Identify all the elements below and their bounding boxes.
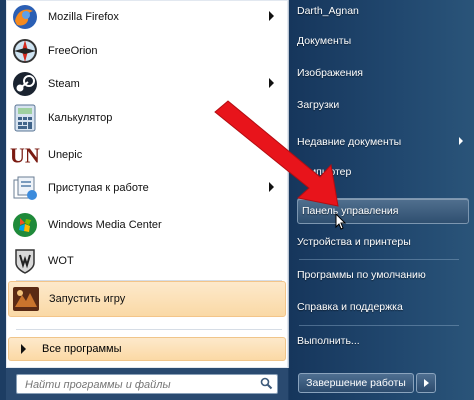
program-label: Mozilla Firefox (48, 11, 119, 23)
right-item-label: Компьютер (297, 166, 352, 178)
getting-started-icon (10, 173, 40, 203)
unepic-icon: UN (10, 140, 40, 170)
right-item-label: Устройства и принтеры (297, 236, 411, 248)
firefox-icon (10, 2, 40, 32)
default-programs-link[interactable]: Программы по умолчанию (297, 264, 467, 286)
downloads-link[interactable]: Загрузки (297, 94, 467, 116)
search-box[interactable] (16, 374, 278, 394)
submenu-arrow-icon[interactable] (269, 78, 274, 88)
steam-icon (10, 69, 40, 99)
program-item-freeorion[interactable]: FreeOrion (8, 34, 286, 68)
calculator-icon (10, 103, 40, 133)
recent-documents-link[interactable]: Недавние документы (297, 131, 467, 153)
program-label: Запустить игру (49, 293, 126, 305)
shutdown-options-button[interactable] (416, 373, 436, 393)
shutdown-label: Завершение работы (306, 377, 406, 389)
documents-link[interactable]: Документы (297, 30, 467, 52)
computer-link[interactable]: Компьютер (297, 161, 467, 183)
program-label: Калькулятор (48, 112, 113, 124)
program-item-unepic[interactable]: UN Unepic (8, 138, 286, 172)
submenu-arrow-icon[interactable] (269, 182, 274, 192)
submenu-arrow-icon[interactable] (459, 137, 463, 145)
program-label: Windows Media Center (48, 219, 162, 231)
right-item-label: Документы (297, 35, 352, 47)
separator (299, 259, 459, 260)
program-item-steam[interactable]: Steam (8, 67, 286, 101)
places-pane: Darth_Agnan Документы Изображения Загруз… (289, 0, 474, 400)
program-item-getting-started[interactable]: Приступая к работе (8, 171, 286, 205)
media-center-icon (10, 210, 40, 240)
right-item-label: Программы по умолчанию (297, 269, 426, 281)
right-item-label: Недавние документы (297, 136, 402, 148)
program-label: Unepic (48, 149, 83, 161)
search-bar (6, 368, 288, 400)
program-item-launch-game[interactable]: Запустить игру (8, 281, 286, 317)
start-menu: Mozilla Firefox FreeOrion Steam Калькуля… (0, 0, 474, 400)
all-programs-label: Все программы (42, 343, 122, 355)
shutdown-button[interactable]: Завершение работы (298, 373, 414, 393)
right-item-label: Панель управления (302, 205, 399, 217)
right-item-label: Выполнить... (297, 335, 360, 347)
separator (299, 325, 459, 326)
run-link[interactable]: Выполнить... (297, 330, 467, 352)
freeorion-icon (10, 36, 40, 66)
devices-printers-link[interactable]: Устройства и принтеры (297, 231, 467, 253)
wot-icon (10, 246, 40, 276)
program-item-media-center[interactable]: Windows Media Center (8, 208, 286, 242)
program-label: WOT (48, 255, 74, 267)
right-item-label: Загрузки (297, 99, 340, 111)
submenu-arrow-icon[interactable] (269, 11, 274, 21)
separator (16, 329, 282, 330)
game-launcher-icon (11, 284, 41, 314)
programs-pane: Mozilla Firefox FreeOrion Steam Калькуля… (6, 0, 289, 368)
program-item-calculator[interactable]: Калькулятор (8, 101, 286, 135)
right-item-label: Справка и поддержка (297, 301, 403, 313)
program-label: Приступая к работе (48, 182, 149, 194)
right-item-label: Darth_Agnan (297, 5, 359, 17)
control-panel-link[interactable]: Панель управления (297, 198, 469, 224)
search-icon[interactable] (260, 377, 273, 393)
pictures-link[interactable]: Изображения (297, 62, 467, 84)
mouse-cursor-icon (335, 213, 347, 230)
program-label: FreeOrion (48, 45, 98, 57)
program-item-firefox[interactable]: Mozilla Firefox (8, 0, 286, 34)
right-item-label: Изображения (297, 67, 363, 79)
expand-arrow-icon (21, 344, 26, 354)
user-name-link[interactable]: Darth_Agnan (297, 0, 467, 22)
svg-text:UN: UN (10, 146, 40, 168)
program-label: Steam (48, 78, 80, 90)
help-support-link[interactable]: Справка и поддержка (297, 296, 467, 318)
search-input[interactable] (23, 376, 257, 394)
program-item-wot[interactable]: WOT (8, 244, 286, 278)
all-programs-button[interactable]: Все программы (8, 337, 286, 361)
